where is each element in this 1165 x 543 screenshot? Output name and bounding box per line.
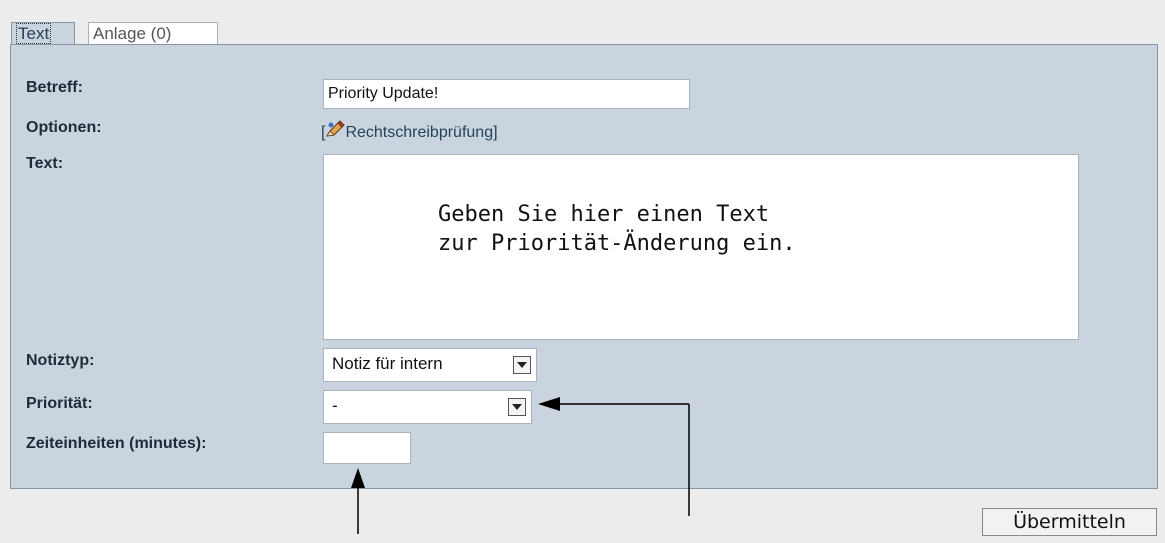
annotation-arrows [351, 397, 690, 534]
arrow-icon [538, 397, 690, 516]
submit-button[interactable]: Übermitteln [982, 508, 1157, 536]
arrow-icon [351, 468, 365, 534]
ticket-note-page: Text Anlage (0) Betreff: Priority Update… [0, 0, 1165, 543]
